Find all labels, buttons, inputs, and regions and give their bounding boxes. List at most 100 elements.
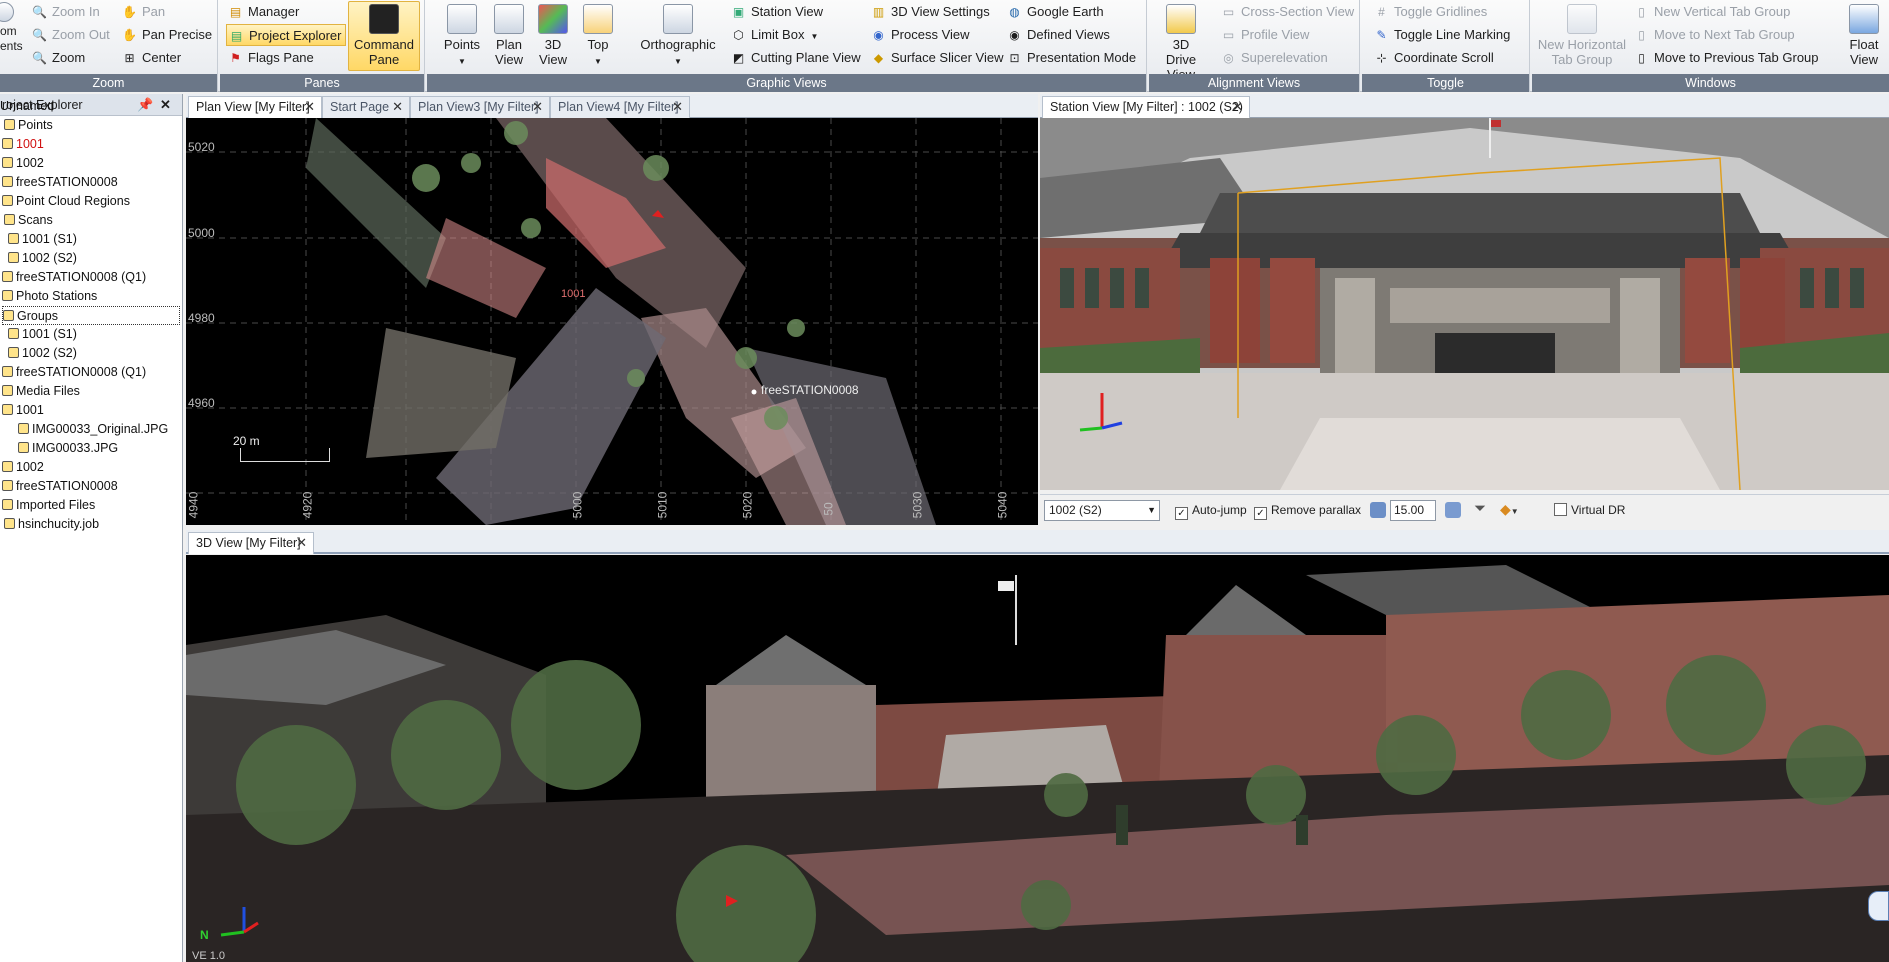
orthographic-button[interactable]: Orthographic ▼ (633, 2, 723, 69)
float-view-button[interactable]: Float View (1842, 2, 1886, 67)
plan-y-tick-4960: 4960 (188, 396, 215, 410)
zoom-out-button[interactable]: 🔍 Zoom Out (30, 24, 110, 46)
pan-precise-button[interactable]: ✋ Pan Precise (120, 24, 212, 46)
close-icon[interactable]: ✕ (672, 97, 683, 117)
tree-item[interactable]: 1001 (2, 135, 44, 154)
close-icon[interactable]: ✕ (296, 533, 307, 553)
station-select[interactable]: 1002 (S2) ▼ (1044, 500, 1160, 521)
coordinate-scroll-label: Coordinate Scroll (1394, 50, 1494, 65)
manager-button[interactable]: ▤ Manager (226, 1, 299, 23)
navigation-widget-icon[interactable] (1868, 891, 1889, 921)
tab-start-page[interactable]: Start Page ✕ (322, 96, 410, 118)
tree-item[interactable]: Media Files (2, 382, 80, 401)
zoom-in-button[interactable]: 🔍 Zoom In (30, 1, 100, 23)
move-to-next-tab-group-button[interactable]: ▯ Move to Next Tab Group (1632, 24, 1794, 46)
axis-north-label: N (200, 928, 209, 942)
3d-view-button[interactable]: 3D View (533, 2, 573, 67)
3d-view-settings-button[interactable]: ▥ 3D View Settings (869, 1, 990, 23)
zoom-button[interactable]: 🔍 Zoom (30, 47, 85, 69)
cross-section-view-button[interactable]: ▭ Cross-Section View (1219, 1, 1354, 23)
plan-view-icon (494, 4, 524, 34)
move-to-previous-tab-group-button[interactable]: ▯ Move to Previous Tab Group (1632, 47, 1818, 69)
checkbox-checked-icon: ✓ (1175, 507, 1188, 520)
tree-item[interactable]: 1001 (2, 401, 44, 420)
close-icon[interactable]: ✕ (532, 97, 543, 117)
tree-item[interactable]: Unnamed (0, 97, 54, 116)
tree-item[interactable]: freeSTATION0008 (Q1) (2, 268, 146, 287)
tree-item[interactable]: IMG00033.JPG (18, 439, 118, 458)
tab-plan-view-label: Plan View [My Filter] (196, 100, 310, 114)
flags-pane-button[interactable]: ⚑ Flags Pane (226, 47, 314, 69)
google-earth-button[interactable]: ◍ Google Earth (1005, 1, 1103, 23)
new-horizontal-tab-group-button[interactable]: New Horizontal Tab Group (1534, 2, 1630, 67)
superelevation-button[interactable]: ◎ Superelevation (1219, 47, 1327, 69)
tree-item[interactable]: 1002 (S2) (8, 344, 77, 363)
tree-item-label: Scans (18, 213, 53, 227)
process-view-button[interactable]: ◉ Process View (869, 24, 969, 46)
tree-item[interactable]: 1002 (2, 458, 44, 477)
tree-item[interactable]: freeSTATION0008 (Q1) (2, 363, 146, 382)
plan-x-tick-5020: 5020 (740, 491, 755, 519)
presentation-mode-button[interactable]: ⊡ Presentation Mode (1005, 47, 1136, 69)
tab-3d-view[interactable]: 3D View [My Filter] ✕ (188, 532, 314, 554)
close-icon[interactable]: ✕ (1232, 97, 1243, 117)
tree-item-label: Point Cloud Regions (16, 194, 130, 208)
tab-plan-view[interactable]: Plan View [My Filter] ✕ (188, 96, 322, 118)
top-button[interactable]: Top ▼ (577, 2, 619, 69)
tree-item[interactable]: 1002 (S2) (8, 249, 77, 268)
hand-icon: ✋ (122, 5, 137, 19)
camera-settings-icon[interactable] (1445, 502, 1461, 518)
tree-item[interactable]: Photo Stations (2, 287, 97, 306)
tree-item[interactable]: hsinchucity.job (4, 515, 99, 534)
tree-item[interactable]: Point Cloud Regions (2, 192, 130, 211)
plan-view-canvas[interactable]: 1001 freeSTATION0008 5020 5000 4980 4960… (186, 118, 1038, 525)
tab-plan-view3[interactable]: Plan View3 [My Filter] ✕ (410, 96, 550, 118)
camera-icon[interactable] (1370, 502, 1386, 518)
tree-item[interactable]: freeSTATION0008 (2, 173, 118, 192)
command-pane-button[interactable]: Command Pane (348, 1, 420, 71)
tree-item[interactable]: Imported Files (2, 496, 95, 515)
tab-station-view[interactable]: Station View [My Filter] : 1002 (S2) ✕ (1042, 96, 1250, 118)
coordinate-scroll-button[interactable]: ⊹ Coordinate Scroll (1372, 47, 1494, 69)
toggle-gridlines-button[interactable]: # Toggle Gridlines (1372, 1, 1487, 23)
new-vertical-tab-group-button[interactable]: ▯ New Vertical Tab Group (1632, 1, 1790, 23)
surface-slicer-view-button[interactable]: ◆ Surface Slicer View (869, 47, 1004, 69)
tab-plan-view4[interactable]: Plan View4 [My Filter] ✕ (550, 96, 690, 118)
tree-item[interactable]: 1002 (2, 154, 44, 173)
zoom-extents-button[interactable]: om ents (0, 2, 23, 54)
3d-view-canvas[interactable]: N VE 1.0 (186, 555, 1889, 962)
project-explorer-button[interactable]: ▤ Project Explorer (226, 24, 347, 46)
toggle-line-marking-button[interactable]: ✎ Toggle Line Marking (1372, 24, 1510, 46)
profile-view-button[interactable]: ▭ Profile View (1219, 24, 1310, 46)
filter-icon[interactable]: ⏷ (1474, 500, 1486, 517)
close-icon[interactable]: ✕ (392, 97, 403, 117)
station-view-button[interactable]: ▣ Station View (729, 1, 823, 23)
manager-label: Manager (248, 4, 300, 19)
tree-item-label: 1002 (S2) (22, 251, 77, 265)
plan-view-button[interactable]: Plan View (489, 2, 529, 67)
pan-button[interactable]: ✋ Pan (120, 1, 165, 23)
tree-item[interactable]: IMG00033_Original.JPG (18, 420, 168, 439)
defined-views-button[interactable]: ◉ Defined Views (1005, 24, 1110, 46)
points-button[interactable]: Points ▼ (437, 2, 487, 69)
limit-box-button[interactable]: ⬡ Limit Box ▼ (729, 24, 818, 46)
close-icon[interactable]: ✕ (160, 94, 171, 116)
color-mode-icon[interactable]: ◆▼ (1500, 501, 1519, 518)
station-view-canvas[interactable] (1040, 118, 1889, 490)
tree-item[interactable]: Points (4, 116, 53, 135)
tree-item[interactable]: freeSTATION0008 (2, 477, 118, 496)
tree-item[interactable]: 1001 (S1) (8, 325, 77, 344)
center-button[interactable]: ⊞ Center (120, 47, 181, 69)
pin-icon[interactable]: 📌 (137, 94, 153, 116)
3d-drive-view-button[interactable]: 3D Drive View (1155, 2, 1207, 82)
virtual-dr-checkbox[interactable]: Virtual DR (1554, 503, 1625, 517)
tree-item[interactable]: Groups (2, 306, 180, 325)
plan-view-graphic (186, 118, 1038, 525)
fov-input[interactable]: 15.00 (1390, 500, 1436, 521)
tree-item[interactable]: 1001 (S1) (8, 230, 77, 249)
cutting-plane-view-button[interactable]: ◩ Cutting Plane View (729, 47, 861, 69)
close-icon[interactable]: ✕ (304, 97, 315, 117)
remove-parallax-checkbox[interactable]: ✓ Remove parallax (1254, 503, 1361, 520)
tree-item[interactable]: Scans (4, 211, 53, 230)
auto-jump-checkbox[interactable]: ✓ Auto-jump (1175, 503, 1247, 520)
